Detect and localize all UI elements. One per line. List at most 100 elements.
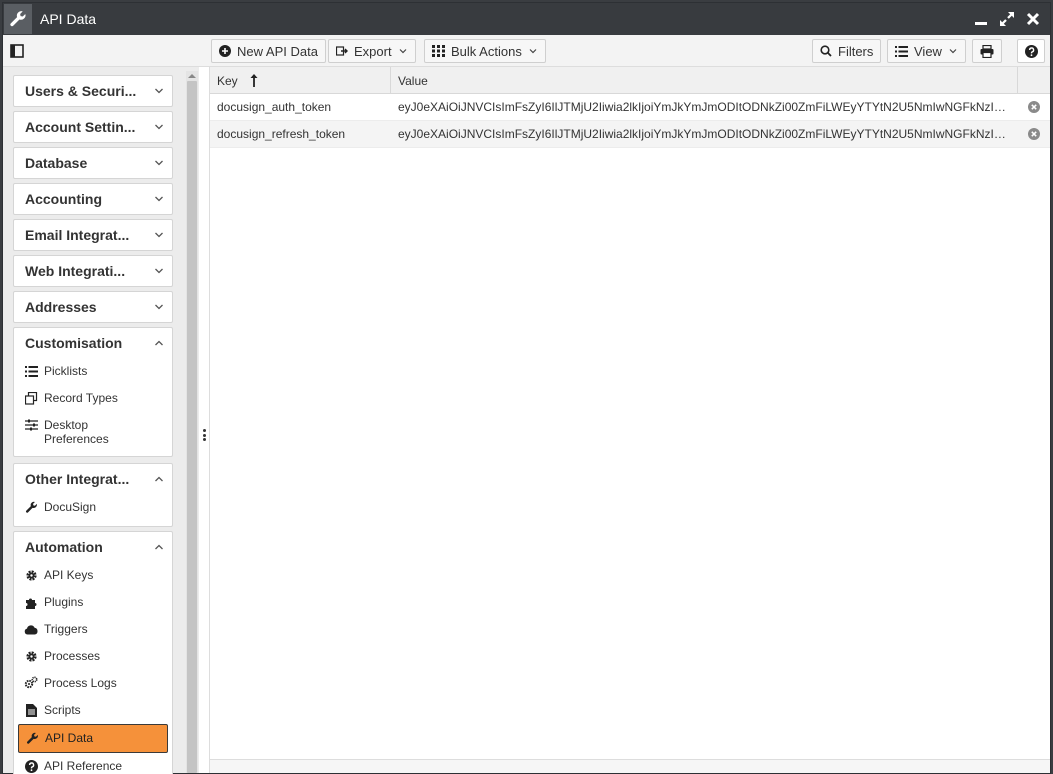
chevron-down-icon (949, 49, 957, 54)
cell-key: docusign_refresh_token (217, 127, 346, 141)
api-data-grid: Key Value docusign_auth_token eyJ0eXAiOi… (209, 67, 1050, 773)
scroll-up-icon[interactable] (187, 71, 197, 79)
sidebar-section-account-settings[interactable]: Account Settin... (13, 111, 173, 143)
sidebar-item-label: Triggers (44, 622, 88, 636)
new-api-data-label: New API Data (237, 43, 318, 59)
cell-value: eyJ0eXAiOiJNVCIsImFsZyI6IlJTMjU2Iiwia2lk… (398, 127, 1010, 141)
sidebar-scroll-thumb[interactable] (187, 81, 197, 773)
wrench-icon (24, 500, 38, 514)
sidebar-scrollbar[interactable] (186, 71, 198, 773)
sidebar-section-email-integration[interactable]: Email Integrat... (13, 219, 173, 251)
grid-icon (432, 45, 445, 57)
sidebar-item-scripts[interactable]: Scripts (14, 697, 172, 724)
maximize-icon[interactable] (998, 10, 1016, 28)
export-label: Export (354, 43, 392, 59)
chevron-up-icon (146, 474, 172, 484)
section-label: Web Integrati... (25, 263, 126, 279)
column-label: Value (398, 73, 428, 88)
sidebar-section-customisation: Customisation Picklists Record Types Des… (13, 327, 173, 457)
delete-row-icon[interactable] (1028, 101, 1040, 113)
sidebar-item-record-types[interactable]: Record Types (14, 385, 172, 412)
sidebar-item-triggers[interactable]: Triggers (14, 616, 172, 643)
cell-key: docusign_auth_token (217, 100, 332, 114)
print-icon (980, 44, 994, 58)
panel-splitter[interactable] (199, 67, 209, 773)
question-icon (24, 759, 38, 773)
section-label: Accounting (25, 191, 102, 207)
column-header-key[interactable]: Key (210, 67, 391, 94)
chevron-down-icon (529, 49, 537, 54)
pager-bar (210, 759, 1050, 773)
bulk-actions-button[interactable]: Bulk Actions (424, 39, 546, 63)
close-icon[interactable] (1024, 10, 1042, 28)
minimize-icon[interactable] (972, 10, 990, 28)
filters-button[interactable]: Filters (812, 39, 882, 63)
section-label: Addresses (25, 299, 97, 315)
section-label: Users & Securi... (25, 83, 137, 99)
sidebar-item-label: Plugins (44, 595, 84, 609)
sidebar-item-desktop-preferences[interactable]: Desktop Preferences (14, 412, 172, 453)
wrench-icon (4, 4, 32, 34)
section-header[interactable]: Automation (14, 532, 172, 562)
wrench-icon (25, 731, 39, 745)
sidebar-item-processes[interactable]: Processes (14, 643, 172, 670)
section-label: Customisation (25, 335, 123, 351)
chevron-down-icon (146, 230, 172, 240)
chevron-down-icon (146, 122, 172, 132)
sidebar-section-web-integration[interactable]: Web Integrati... (13, 255, 173, 287)
sliders-icon (24, 418, 38, 432)
sidebar-item-docusign[interactable]: DocuSign (14, 494, 172, 521)
sidebar-item-api-keys[interactable]: API Keys (14, 562, 172, 589)
drag-handle-icon[interactable] (202, 429, 206, 441)
cell-value: eyJ0eXAiOiJNVCIsImFsZyI6IlJTMjU2Iiwia2lk… (398, 100, 1010, 114)
sidebar-item-plugins[interactable]: Plugins (14, 589, 172, 616)
sort-ascending-icon (250, 74, 258, 87)
chevron-down-icon (399, 49, 407, 54)
title-bar: API Data (3, 3, 1050, 35)
gears-icon (24, 676, 38, 690)
sidebar-item-api-data[interactable]: API Data (18, 724, 168, 753)
section-label: Account Settin... (25, 119, 136, 135)
sidebar: Users & Securi... Account Settin... Data… (3, 67, 199, 774)
sidebar-section-users-security[interactable]: Users & Securi... (13, 75, 173, 107)
export-icon (336, 46, 348, 56)
delete-row-icon[interactable] (1028, 128, 1040, 140)
sidebar-section-accounting[interactable]: Accounting (13, 183, 173, 215)
cloud-icon (24, 622, 38, 636)
chevron-down-icon (146, 194, 172, 204)
export-button[interactable]: Export (328, 39, 416, 63)
section-label: Automation (25, 539, 103, 555)
sidebar-section-addresses[interactable]: Addresses (13, 291, 173, 323)
column-header-value[interactable]: Value (391, 67, 1018, 94)
toolbar: New API Data Export Bulk Actions Filters… (3, 35, 1050, 67)
print-button[interactable] (972, 39, 1002, 63)
section-header[interactable]: Customisation (14, 328, 172, 358)
window-title: API Data (40, 11, 97, 27)
grid-header: Key Value (210, 67, 1050, 94)
sidebar-section-automation: Automation API Keys Plugins Triggers Pro… (13, 531, 173, 774)
document-icon (24, 703, 38, 717)
table-row[interactable]: docusign_auth_token eyJ0eXAiOiJNVCIsImFs… (210, 94, 1050, 121)
section-label: Database (25, 155, 88, 171)
help-button[interactable] (1017, 39, 1045, 63)
sidebar-item-api-reference[interactable]: API Reference (14, 753, 172, 774)
puzzle-icon (24, 595, 38, 609)
chevron-up-icon (146, 542, 172, 552)
section-header[interactable]: Other Integrat... (14, 464, 172, 494)
sidebar-item-picklists[interactable]: Picklists (14, 358, 172, 385)
search-icon (820, 45, 832, 57)
plus-circle-icon (219, 45, 231, 57)
sidebar-toggle-icon[interactable] (7, 39, 27, 63)
sidebar-item-process-logs[interactable]: Process Logs (14, 670, 172, 697)
sidebar-section-database[interactable]: Database (13, 147, 173, 179)
sidebar-item-label: Scripts (44, 703, 81, 717)
new-api-data-button[interactable]: New API Data (211, 39, 326, 63)
table-row[interactable]: docusign_refresh_token eyJ0eXAiOiJNVCIsI… (210, 121, 1050, 148)
chevron-down-icon (146, 302, 172, 312)
chevron-up-icon (146, 338, 172, 348)
sidebar-item-label: API Reference (44, 759, 123, 773)
chevron-down-icon (146, 86, 172, 96)
view-button[interactable]: View (887, 39, 966, 63)
sidebar-item-label: Desktop Preferences (44, 418, 109, 446)
filters-label: Filters (838, 43, 874, 59)
